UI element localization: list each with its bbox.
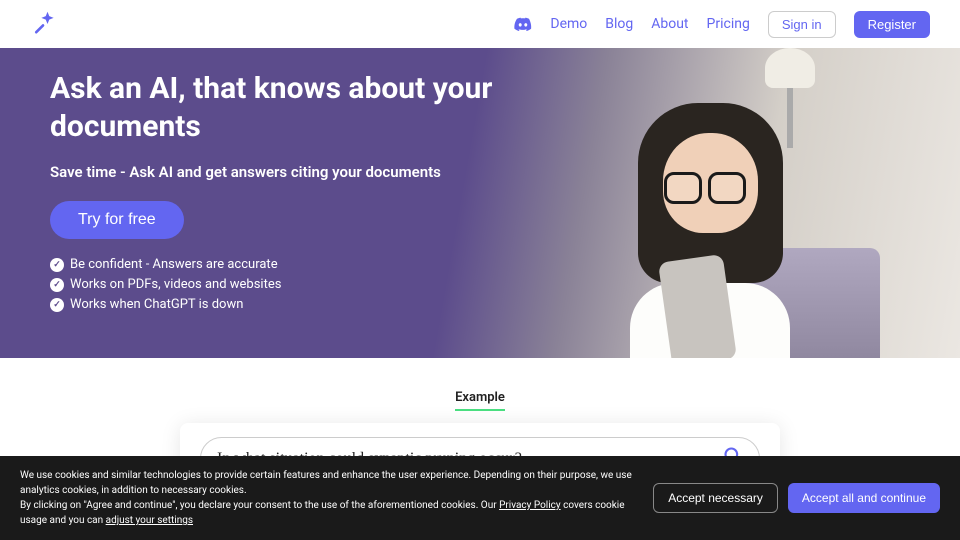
feature-text: Works when ChatGPT is down [70,297,243,312]
cookie-text: We use cookies and similar technologies … [20,468,633,528]
feature-text: Be confident - Answers are accurate [70,257,278,272]
star-wand-icon [30,10,58,38]
check-icon: ✓ [50,278,64,292]
hero-title: Ask an AI, that knows about your documen… [50,70,500,145]
person-graphic [570,78,850,358]
nav-pricing[interactable]: Pricing [707,16,750,32]
nav: Demo Blog About Pricing Sign in Register [514,11,930,38]
cookie-banner: We use cookies and similar technologies … [0,456,960,540]
register-button[interactable]: Register [854,11,930,38]
signin-button[interactable]: Sign in [768,11,836,38]
feature-list: ✓ Be confident - Answers are accurate ✓ Wo… [50,257,500,312]
feature-item: ✓ Be confident - Answers are accurate [50,257,500,272]
nav-blog[interactable]: Blog [605,16,633,32]
nav-about[interactable]: About [651,16,688,32]
hero-section: Ask an AI, that knows about your documen… [0,48,960,358]
example-tab[interactable]: Example [455,390,505,411]
cookie-line1: We use cookies and similar technologies … [20,470,632,496]
cookie-buttons: Accept necessary Accept all and continue [653,483,940,513]
cookie-line2a: By clicking on "Agree and continue", you… [20,500,499,511]
feature-item: ✓ Works on PDFs, videos and websites [50,277,500,292]
hero-content: Ask an AI, that knows about your documen… [0,48,550,339]
accept-all-button[interactable]: Accept all and continue [788,483,940,513]
check-icon: ✓ [50,258,64,272]
nav-demo[interactable]: Demo [550,16,587,32]
hero-subtitle: Save time - Ask AI and get answers citin… [50,163,500,181]
adjust-settings-link[interactable]: adjust your settings [106,515,193,526]
header: Demo Blog About Pricing Sign in Register [0,0,960,48]
check-icon: ✓ [50,298,64,312]
feature-item: ✓ Works when ChatGPT is down [50,297,500,312]
feature-text: Works on PDFs, videos and websites [70,277,281,292]
discord-icon[interactable] [514,17,532,31]
try-free-button[interactable]: Try for free [50,201,184,239]
accept-necessary-button[interactable]: Accept necessary [653,483,778,513]
privacy-policy-link[interactable]: Privacy Policy [499,500,561,511]
logo[interactable] [30,10,58,38]
